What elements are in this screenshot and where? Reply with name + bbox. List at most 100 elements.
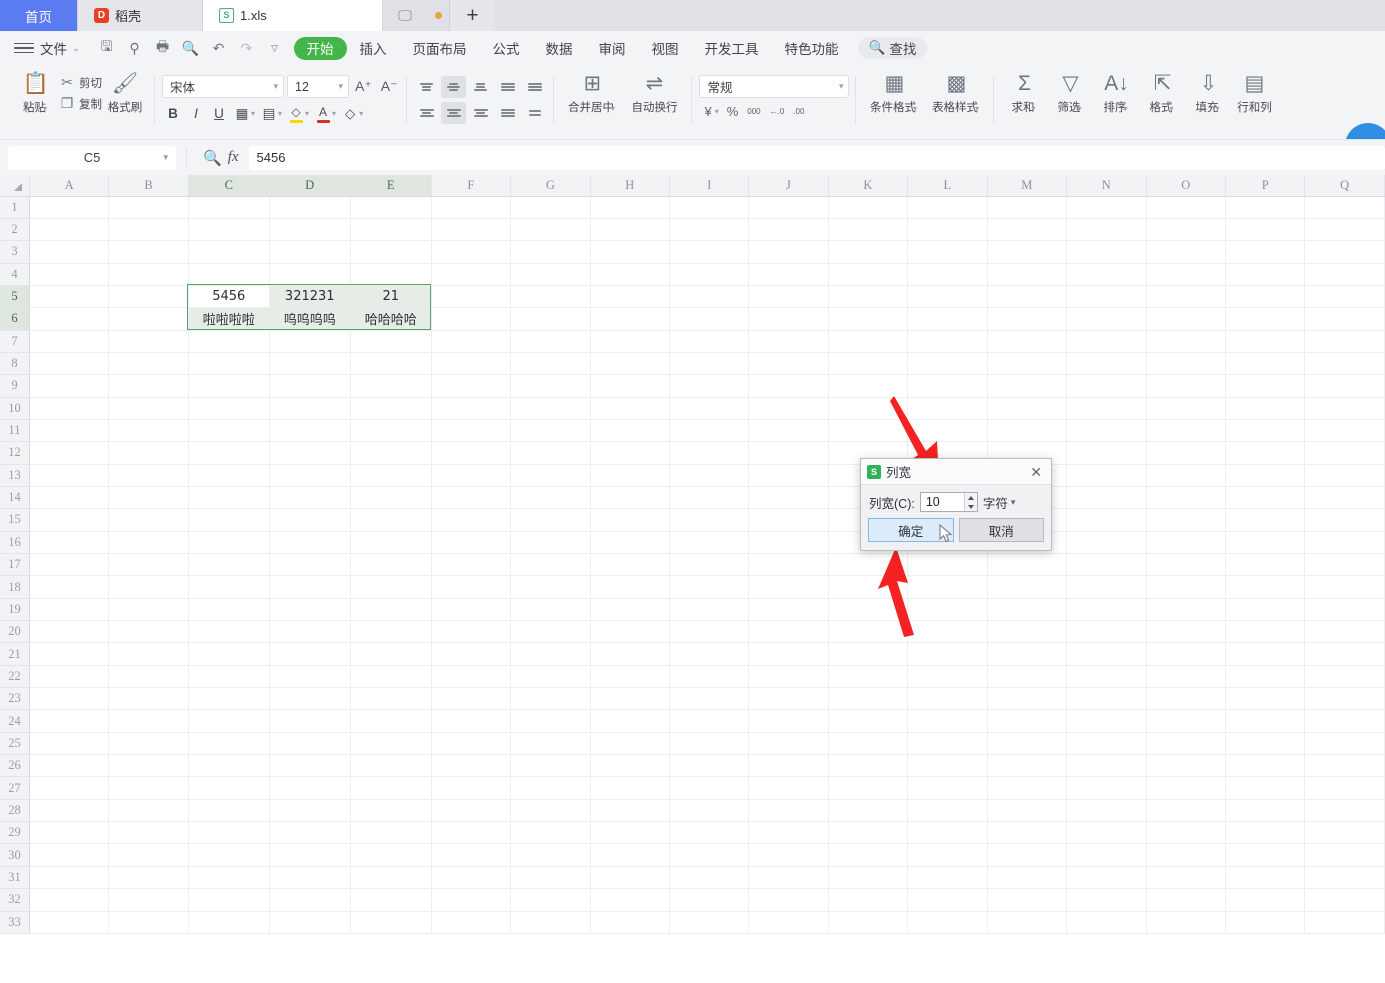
- row-header-28[interactable]: 28: [0, 799, 30, 823]
- cell-p32[interactable]: [1225, 888, 1306, 912]
- column-header-m[interactable]: M: [987, 175, 1068, 197]
- percent-format-button[interactable]: %: [724, 104, 742, 119]
- cell-k7[interactable]: [828, 330, 909, 353]
- cell-c31[interactable]: [188, 866, 270, 890]
- cell-n7[interactable]: [1066, 330, 1147, 353]
- cell-o13[interactable]: [1146, 464, 1227, 487]
- cell-c21[interactable]: [188, 642, 270, 666]
- cell-c16[interactable]: [188, 531, 270, 555]
- cell-b23[interactable]: [108, 687, 189, 711]
- row-header-27[interactable]: 27: [0, 776, 30, 800]
- cell-a7[interactable]: [29, 330, 110, 353]
- cell-g19[interactable]: [510, 598, 591, 622]
- highlight-color-icon[interactable]: ◇: [285, 103, 307, 124]
- cell-i9[interactable]: [669, 374, 750, 398]
- row-header-23[interactable]: 23: [0, 687, 30, 711]
- cell-j13[interactable]: [748, 464, 829, 487]
- cell-j21[interactable]: [748, 642, 829, 666]
- cell-o14[interactable]: [1146, 486, 1227, 510]
- cell-b5[interactable]: [108, 285, 189, 309]
- conditional-format-button[interactable]: ▦ 条件格式▾: [863, 68, 925, 115]
- cell-g7[interactable]: [510, 330, 591, 353]
- cell-q2[interactable]: [1304, 218, 1385, 242]
- cell-j9[interactable]: [748, 374, 829, 398]
- cell-a1[interactable]: [29, 196, 110, 219]
- cell-i14[interactable]: [669, 486, 750, 510]
- cell-i19[interactable]: [669, 598, 750, 622]
- cell-i22[interactable]: [669, 665, 750, 689]
- fill-button[interactable]: ⇩ 填充▾: [1185, 68, 1231, 115]
- cell-h6[interactable]: [590, 307, 671, 331]
- cell-q24[interactable]: [1304, 709, 1385, 733]
- cell-k10[interactable]: [828, 397, 909, 420]
- wrap-text-button[interactable]: ⇌ 自动换行: [623, 68, 685, 115]
- cell-g18[interactable]: [510, 575, 591, 599]
- cell-h29[interactable]: [590, 821, 671, 845]
- cell-o11[interactable]: [1146, 419, 1227, 443]
- cell-h8[interactable]: [590, 352, 671, 376]
- cell-e17[interactable]: [350, 553, 432, 577]
- ribbon-tab-review[interactable]: 审阅: [586, 36, 639, 60]
- cell-i30[interactable]: [669, 843, 750, 867]
- cell-a17[interactable]: [29, 553, 110, 577]
- close-icon[interactable]: ✕: [1027, 465, 1045, 479]
- column-header-l[interactable]: L: [907, 175, 988, 197]
- align-middle-button[interactable]: [441, 76, 467, 98]
- cell-h1[interactable]: [590, 196, 671, 219]
- cell-d13[interactable]: [269, 464, 351, 487]
- cell-h14[interactable]: [590, 486, 671, 510]
- cell-n1[interactable]: [1066, 196, 1147, 219]
- cell-o20[interactable]: [1146, 620, 1227, 644]
- cell-m32[interactable]: [987, 888, 1068, 912]
- cell-o3[interactable]: [1146, 240, 1227, 264]
- cell-p29[interactable]: [1225, 821, 1306, 845]
- cell-p7[interactable]: [1225, 330, 1306, 353]
- cell-a9[interactable]: [29, 374, 110, 398]
- cell-d12[interactable]: [269, 441, 351, 465]
- align-right-button[interactable]: [468, 102, 493, 124]
- cell-d21[interactable]: [269, 642, 351, 666]
- cell-j12[interactable]: [748, 441, 829, 465]
- cell-l29[interactable]: [907, 821, 988, 845]
- cell-h31[interactable]: [590, 866, 671, 890]
- cell-b3[interactable]: [108, 240, 189, 264]
- chevron-down-icon[interactable]: ▾: [715, 107, 719, 116]
- cell-a31[interactable]: [29, 866, 110, 890]
- cell-f7[interactable]: [431, 330, 512, 353]
- cell-g21[interactable]: [510, 642, 591, 666]
- cell-d27[interactable]: [269, 776, 351, 800]
- chevron-down-icon[interactable]: ▾: [278, 109, 282, 118]
- cell-p6[interactable]: [1225, 307, 1306, 331]
- cell-p22[interactable]: [1225, 665, 1306, 689]
- cell-l30[interactable]: [907, 843, 988, 867]
- cell-m19[interactable]: [987, 598, 1068, 622]
- cell-k23[interactable]: [828, 687, 909, 711]
- cell-p20[interactable]: [1225, 620, 1306, 644]
- cell-f4[interactable]: [431, 263, 512, 286]
- row-header-21[interactable]: 21: [0, 642, 30, 666]
- cell-a15[interactable]: [29, 508, 110, 532]
- cell-l26[interactable]: [907, 754, 988, 778]
- cell-g29[interactable]: [510, 821, 591, 845]
- cell-f5[interactable]: [431, 285, 512, 309]
- text-orientation-button[interactable]: [522, 102, 547, 124]
- cloud-sync-icon[interactable]: ⚲: [122, 35, 148, 61]
- borders-icon[interactable]: ▦: [231, 103, 253, 124]
- align-bottom-button[interactable]: [468, 76, 493, 98]
- cell-k19[interactable]: [828, 598, 909, 622]
- qat-more-icon[interactable]: ▽: [262, 35, 288, 61]
- cell-a21[interactable]: [29, 642, 110, 666]
- chevron-down-icon[interactable]: ▾: [332, 109, 336, 118]
- cell-style-icon[interactable]: ▤: [258, 103, 280, 124]
- cell-q20[interactable]: [1304, 620, 1385, 644]
- cell-e12[interactable]: [350, 441, 432, 465]
- cell-g2[interactable]: [510, 218, 591, 242]
- cell-b9[interactable]: [108, 374, 189, 398]
- cell-i25[interactable]: [669, 732, 750, 756]
- cell-e21[interactable]: [350, 642, 432, 666]
- row-header-9[interactable]: 9: [0, 374, 30, 398]
- row-header-6[interactable]: 6: [0, 307, 30, 331]
- cell-f18[interactable]: [431, 575, 512, 599]
- row-header-4[interactable]: 4: [0, 263, 30, 286]
- cell-n33[interactable]: [1066, 911, 1147, 934]
